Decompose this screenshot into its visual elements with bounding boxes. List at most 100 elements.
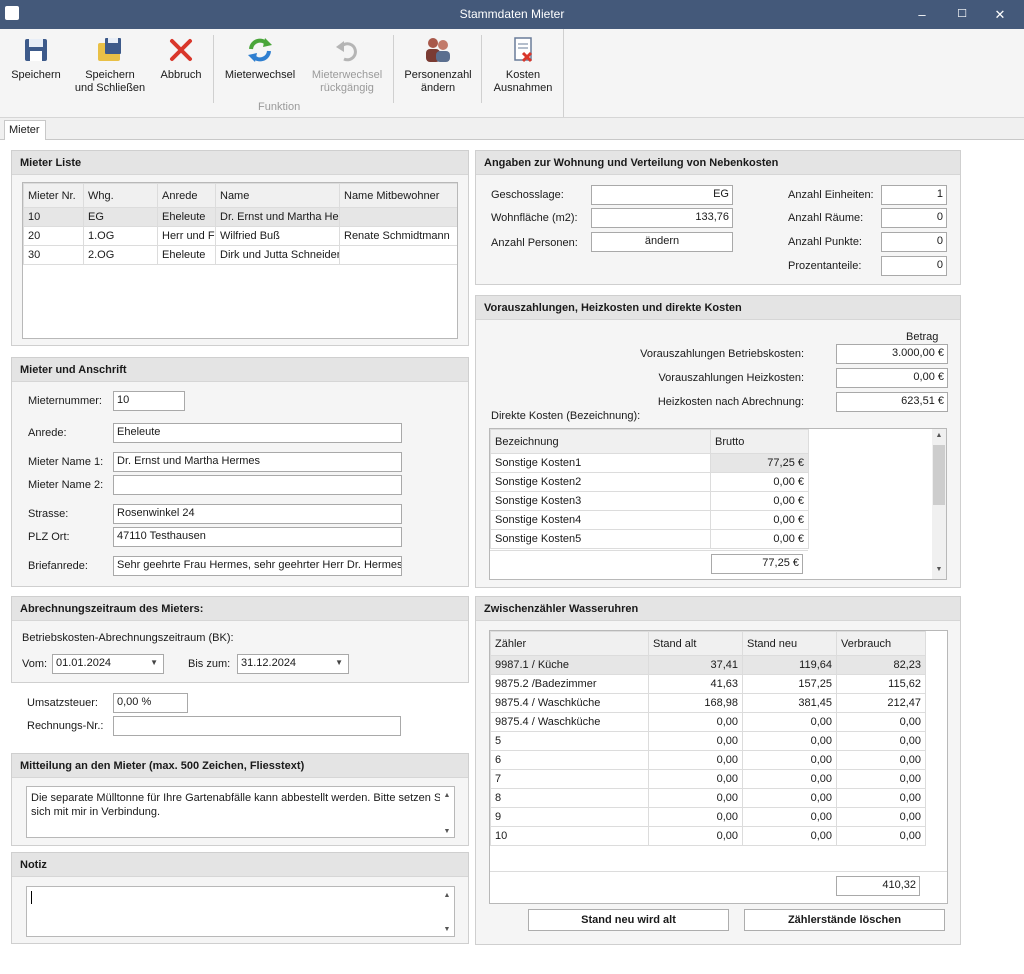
table-row[interactable]: 10 0,00 0,00 0,00 (490, 826, 948, 846)
apartment-panel: Angaben zur Wohnung und Verteilung von N… (475, 150, 961, 285)
note-textarea[interactable]: ▲ ▼ (26, 886, 455, 937)
cell: 0,00 (648, 731, 743, 751)
text-cursor (31, 891, 32, 904)
scroll-up-icon[interactable]: ▲ (440, 789, 454, 803)
prepayment-operating-costs-field[interactable]: 3.000,00 € (836, 344, 948, 364)
table-row[interactable]: 7 0,00 0,00 0,00 (490, 769, 948, 789)
row-spacer (926, 751, 948, 770)
letter-salutation-field[interactable]: Sehr geehrte Frau Hermes, sehr geehrter … (113, 556, 402, 576)
shift-readings-button[interactable]: Stand neu wird alt (528, 909, 729, 931)
salutation-field[interactable]: Eheleute (113, 423, 402, 443)
units-field[interactable]: 1 (881, 185, 947, 205)
scroll-up-icon[interactable]: ▲ (932, 432, 946, 439)
table-row[interactable]: 9987.1 / Küche 37,41 119,64 82,23 (490, 655, 947, 675)
row-spacer (925, 655, 947, 675)
column-header[interactable]: Bezeichnung (490, 429, 711, 454)
column-header[interactable]: Stand neu (742, 631, 837, 656)
table-row[interactable]: 6 0,00 0,00 0,00 (490, 750, 948, 770)
tab-mieter[interactable]: Mieter (4, 120, 46, 141)
table-row[interactable]: Sonstige Kosten3 0,00 € (490, 491, 809, 511)
undo-tenant-change-button[interactable]: Mieterwechsel rückgängig (306, 33, 388, 95)
column-header[interactable]: Anrede (157, 183, 216, 208)
scroll-up-icon[interactable]: ▲ (440, 889, 454, 903)
close-button[interactable]: ✕ (980, 0, 1020, 29)
column-header[interactable]: Brutto (710, 429, 809, 454)
column-header[interactable]: Name Mitbewohner (339, 183, 457, 208)
scrollbar[interactable]: ▲ ▼ (440, 787, 454, 837)
to-date-picker[interactable]: 31.12.2024 ▼ (237, 654, 349, 674)
cell: 1.OG (83, 226, 158, 246)
scroll-down-icon[interactable]: ▼ (932, 566, 946, 573)
cell: Renate Schmidtmann (339, 226, 457, 246)
table-row[interactable]: 10 EG Eheleute Dr. Ernst und Martha He (23, 207, 457, 227)
cost-exceptions-button[interactable]: Kosten Ausnahmen (488, 33, 558, 95)
scroll-down-icon[interactable]: ▼ (440, 825, 454, 839)
tenant-list-panel: Mieter Liste Mieter Nr. Whg. Anrede Name… (11, 150, 469, 346)
ribbon-toolbar: Speichern Speichern und Schließen Abbruc… (0, 29, 1024, 118)
table-row[interactable]: 9875.4 / Waschküche 168,98 381,45 212,47 (490, 693, 948, 713)
cell: 9875.4 / Waschküche (490, 693, 649, 713)
save-folder-icon (98, 38, 121, 61)
cell: 115,62 (836, 674, 926, 694)
living-area-field[interactable]: 133,76 (591, 208, 733, 228)
column-header[interactable]: Zähler (490, 631, 649, 656)
cell: 10 (490, 826, 649, 846)
table-row[interactable]: 9 0,00 0,00 0,00 (490, 807, 948, 827)
cell: 0,00 (836, 807, 926, 827)
table-row[interactable]: 9875.4 / Waschküche 0,00 0,00 0,00 (490, 712, 948, 732)
heating-settlement-field[interactable]: 623,51 € (836, 392, 948, 412)
cell: 7 (490, 769, 649, 789)
clear-readings-button[interactable]: Zählerstände löschen (744, 909, 945, 931)
message-textarea[interactable]: Die separate Mülltonne für Ihre Gartenab… (26, 786, 455, 838)
zip-city-field[interactable]: 47110 Testhausen (113, 527, 402, 547)
cell: Sonstige Kosten2 (490, 472, 711, 492)
column-header[interactable]: Mieter Nr. (23, 183, 84, 208)
change-persons-field-button[interactable]: ändern (591, 232, 733, 252)
column-header[interactable]: Stand alt (648, 631, 743, 656)
floor-field[interactable]: EG (591, 185, 733, 205)
cell (339, 245, 457, 265)
street-field[interactable]: Rosenwinkel 24 (113, 504, 402, 524)
points-field[interactable]: 0 (881, 232, 947, 252)
table-row[interactable]: Sonstige Kosten2 0,00 € (490, 472, 809, 492)
table-row[interactable]: 30 2.OG Eheleute Dirk und Jutta Schneide… (23, 245, 457, 265)
name1-field[interactable]: Dr. Ernst und Martha Hermes (113, 452, 402, 472)
cell: 0,00 (742, 769, 837, 789)
name2-field[interactable] (113, 475, 402, 495)
rooms-field[interactable]: 0 (881, 208, 947, 228)
save-button[interactable]: Speichern (8, 33, 64, 82)
percentage-field[interactable]: 0 (881, 256, 947, 276)
maximize-button[interactable]: ☐ (942, 0, 982, 29)
panel-title: Abrechnungszeitraum des Mieters: (12, 597, 468, 621)
red-x-icon (170, 39, 192, 61)
tenant-number-field[interactable]: 10 (113, 391, 185, 411)
change-persons-button[interactable]: Personenzahl ändern (400, 33, 476, 95)
tenant-address-panel: Mieter und Anschrift Mieternummer: 10 An… (11, 357, 469, 587)
cell: 0,00 € (710, 529, 809, 549)
from-date-picker[interactable]: 01.01.2024 ▼ (52, 654, 164, 674)
scroll-down-icon[interactable]: ▼ (440, 923, 454, 937)
table-row[interactable]: 8 0,00 0,00 0,00 (490, 788, 948, 808)
column-header[interactable]: Verbrauch (836, 631, 926, 656)
scroll-thumb[interactable] (933, 445, 945, 505)
prepayment-heating-field[interactable]: 0,00 € (836, 368, 948, 388)
table-row[interactable]: Sonstige Kosten5 0,00 € (490, 529, 809, 549)
table-row[interactable]: 20 1.OG Herr und F Wilfried Buß Renate S… (23, 226, 457, 246)
column-header[interactable]: Whg. (83, 183, 158, 208)
column-header[interactable]: Name (215, 183, 340, 208)
cell: 41,63 (648, 674, 743, 694)
change-tenant-button[interactable]: Mieterwechsel (220, 33, 300, 82)
minimize-button[interactable]: – (902, 0, 942, 29)
save-and-close-button[interactable]: Speichern und Schließen (72, 33, 148, 95)
table-row[interactable]: Sonstige Kosten4 0,00 € (490, 510, 809, 530)
scrollbar[interactable]: ▲ ▼ (440, 887, 454, 936)
invoice-number-field[interactable] (113, 716, 401, 736)
label: Vorauszahlungen Betriebskosten: (640, 348, 804, 360)
table-row[interactable]: 5 0,00 0,00 0,00 (490, 731, 948, 751)
row-spacer (926, 827, 948, 846)
table-row[interactable]: Sonstige Kosten1 77,25 € (490, 453, 809, 473)
cancel-button[interactable]: Abbruch (156, 33, 206, 82)
scrollbar[interactable]: ▲ ▼ (932, 429, 946, 579)
table-row[interactable]: 9875.2 /Badezimmer 41,63 157,25 115,62 (490, 674, 948, 694)
vat-field[interactable]: 0,00 % (113, 693, 188, 713)
